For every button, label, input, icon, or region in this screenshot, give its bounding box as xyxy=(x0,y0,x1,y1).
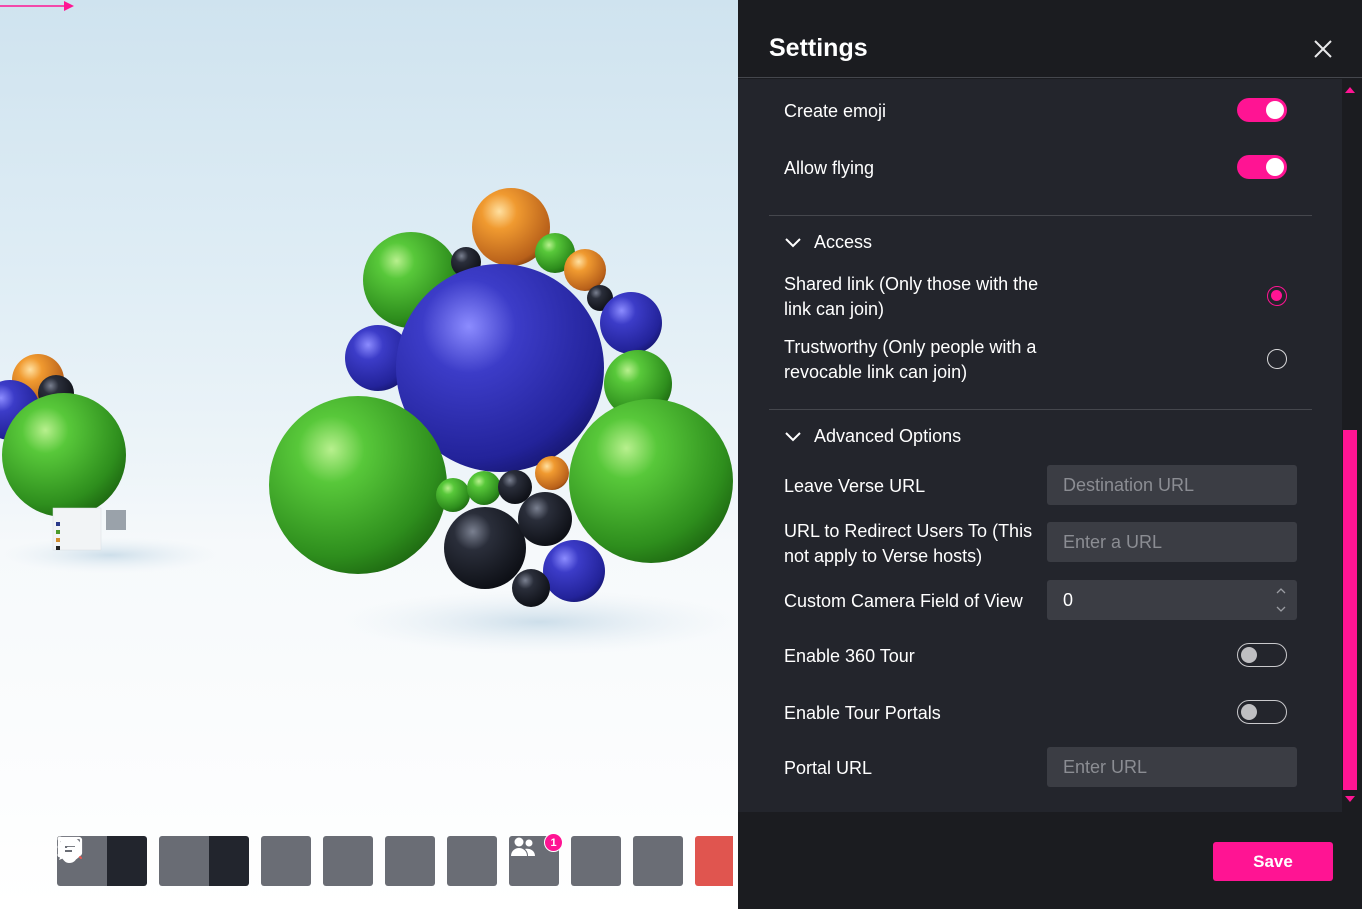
camera-fov-input[interactable]: 0 xyxy=(1047,580,1297,620)
shared-link-radio[interactable] xyxy=(1267,286,1287,306)
camera-fov-label: Custom Camera Field of View xyxy=(784,591,1023,611)
settings-title: Settings xyxy=(769,34,868,62)
settings-content[interactable]: Create emoji Allow flying Access Shared … xyxy=(738,79,1342,812)
raise-hand-button[interactable] xyxy=(59,836,435,886)
scene-render xyxy=(0,188,738,654)
virtual-world-scene[interactable]: 1 xyxy=(0,0,738,909)
redirect-url-label-line1: URL to Redirect Users To (This xyxy=(784,521,1033,541)
leave-url-input[interactable]: Destination URL xyxy=(1047,465,1297,505)
shared-link-label: Shared link (Only those with the link ca… xyxy=(784,272,1038,322)
divider xyxy=(769,215,1312,216)
people-count-badge: 1 xyxy=(544,833,563,852)
people-button[interactable]: 1 xyxy=(509,833,563,886)
redirect-url-input[interactable]: Enter a URL xyxy=(1047,522,1297,562)
leave-button[interactable] xyxy=(60,836,733,886)
arrow-annotation xyxy=(0,1,74,11)
enable-360-tour-label: Enable 360 Tour xyxy=(784,646,915,666)
divider xyxy=(769,409,1312,410)
scroll-down-arrow-icon[interactable] xyxy=(1344,795,1356,803)
camera-toggle-button[interactable] xyxy=(59,836,209,886)
allow-flying-label: Allow flying xyxy=(784,158,875,178)
access-section-header[interactable]: Access xyxy=(784,232,872,253)
portal-url-label: Portal URL xyxy=(784,758,873,778)
chevron-down-icon xyxy=(785,431,801,441)
call-toolbar: 1 xyxy=(57,833,733,886)
scrollbar-thumb[interactable] xyxy=(1343,430,1357,790)
shared-link-label-line1: Shared link (Only those with the xyxy=(784,274,1039,294)
allow-flying-toggle[interactable] xyxy=(1237,155,1287,179)
advanced-section-header[interactable]: Advanced Options xyxy=(784,426,961,447)
more-options-button[interactable] xyxy=(57,836,683,886)
redirect-url-label-line2: not apply to Verse hosts) xyxy=(784,546,983,566)
settings-panel: Settings Create emoji Allow flying Acces… xyxy=(738,0,1362,909)
mic-options-button[interactable] xyxy=(58,836,147,886)
trustworthy-radio[interactable] xyxy=(1267,349,1287,369)
trustworthy-label-line1: Trustworthy (Only people with a xyxy=(784,337,1037,357)
number-stepper-icon[interactable] xyxy=(1275,584,1287,616)
trustworthy-label: Trustworthy (Only people with a revocabl… xyxy=(784,335,1036,385)
access-heading: Access xyxy=(814,232,873,252)
enable-360-tour-toggle[interactable] xyxy=(1237,643,1287,667)
create-emoji-label: Create emoji xyxy=(784,101,887,121)
camera-options-button[interactable] xyxy=(58,836,249,886)
settings-header: Settings xyxy=(738,0,1362,78)
close-icon[interactable] xyxy=(1312,38,1334,60)
enable-tour-portals-toggle[interactable] xyxy=(1237,700,1287,724)
portal-url-input[interactable]: Enter URL xyxy=(1047,747,1297,787)
chat-button[interactable] xyxy=(59,836,621,886)
leave-icon xyxy=(60,837,82,859)
trustworthy-label-line2: revocable link can join) xyxy=(784,362,968,382)
share-screen-button[interactable] xyxy=(57,836,311,886)
camera-control-group xyxy=(58,836,249,886)
add-button[interactable] xyxy=(59,836,497,886)
chevron-down-icon xyxy=(785,237,801,247)
advanced-heading: Advanced Options xyxy=(814,426,962,446)
leave-url-label: Leave Verse URL xyxy=(784,476,926,496)
redirect-url-label: URL to Redirect Users To (This not apply… xyxy=(784,519,1032,569)
shared-link-label-line2: link can join) xyxy=(784,299,885,319)
scroll-up-arrow-icon[interactable] xyxy=(1344,86,1356,94)
enable-tour-portals-label: Enable Tour Portals xyxy=(784,703,941,723)
save-button[interactable]: Save xyxy=(1213,842,1333,881)
camera-fov-value: 0 xyxy=(1063,589,1074,610)
create-emoji-toggle[interactable] xyxy=(1237,98,1287,122)
people-icon xyxy=(511,837,535,856)
emoji-button[interactable] xyxy=(58,836,373,886)
